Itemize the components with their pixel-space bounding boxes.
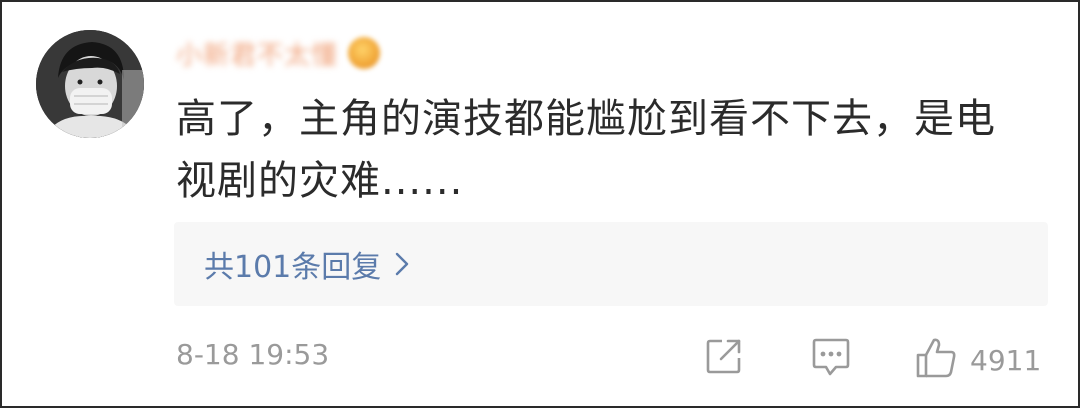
- avatar-photo: [36, 30, 144, 138]
- comment-line-1: 高了，主角的演技都能尴尬到看不下去，是电: [176, 96, 996, 142]
- share-button[interactable]: [704, 336, 744, 380]
- username-text[interactable]: 小新君不太懂: [176, 35, 338, 72]
- like-button[interactable]: 4911: [914, 336, 1041, 384]
- chevron-right-icon: [395, 252, 409, 276]
- replies-label: 共101条回复: [204, 250, 382, 285]
- member-badge-icon: [348, 37, 381, 69]
- avatar[interactable]: [36, 30, 144, 138]
- reply-comment-button[interactable]: [810, 336, 852, 382]
- thumbs-up-icon: [914, 336, 958, 384]
- username[interactable]: 小新君不太懂: [176, 30, 381, 76]
- comment-timestamp: 8-18 19:53: [176, 338, 330, 371]
- comment-line-2: 视剧的灾难......: [176, 158, 464, 204]
- share-icon: [704, 336, 744, 380]
- comment-icon: [810, 336, 852, 382]
- view-replies-button[interactable]: 共101条回复: [174, 222, 1048, 306]
- comment-text: 高了，主角的演技都能尴尬到看不下去，是电 视剧的灾难......: [176, 88, 1036, 212]
- like-count: 4911: [970, 343, 1042, 377]
